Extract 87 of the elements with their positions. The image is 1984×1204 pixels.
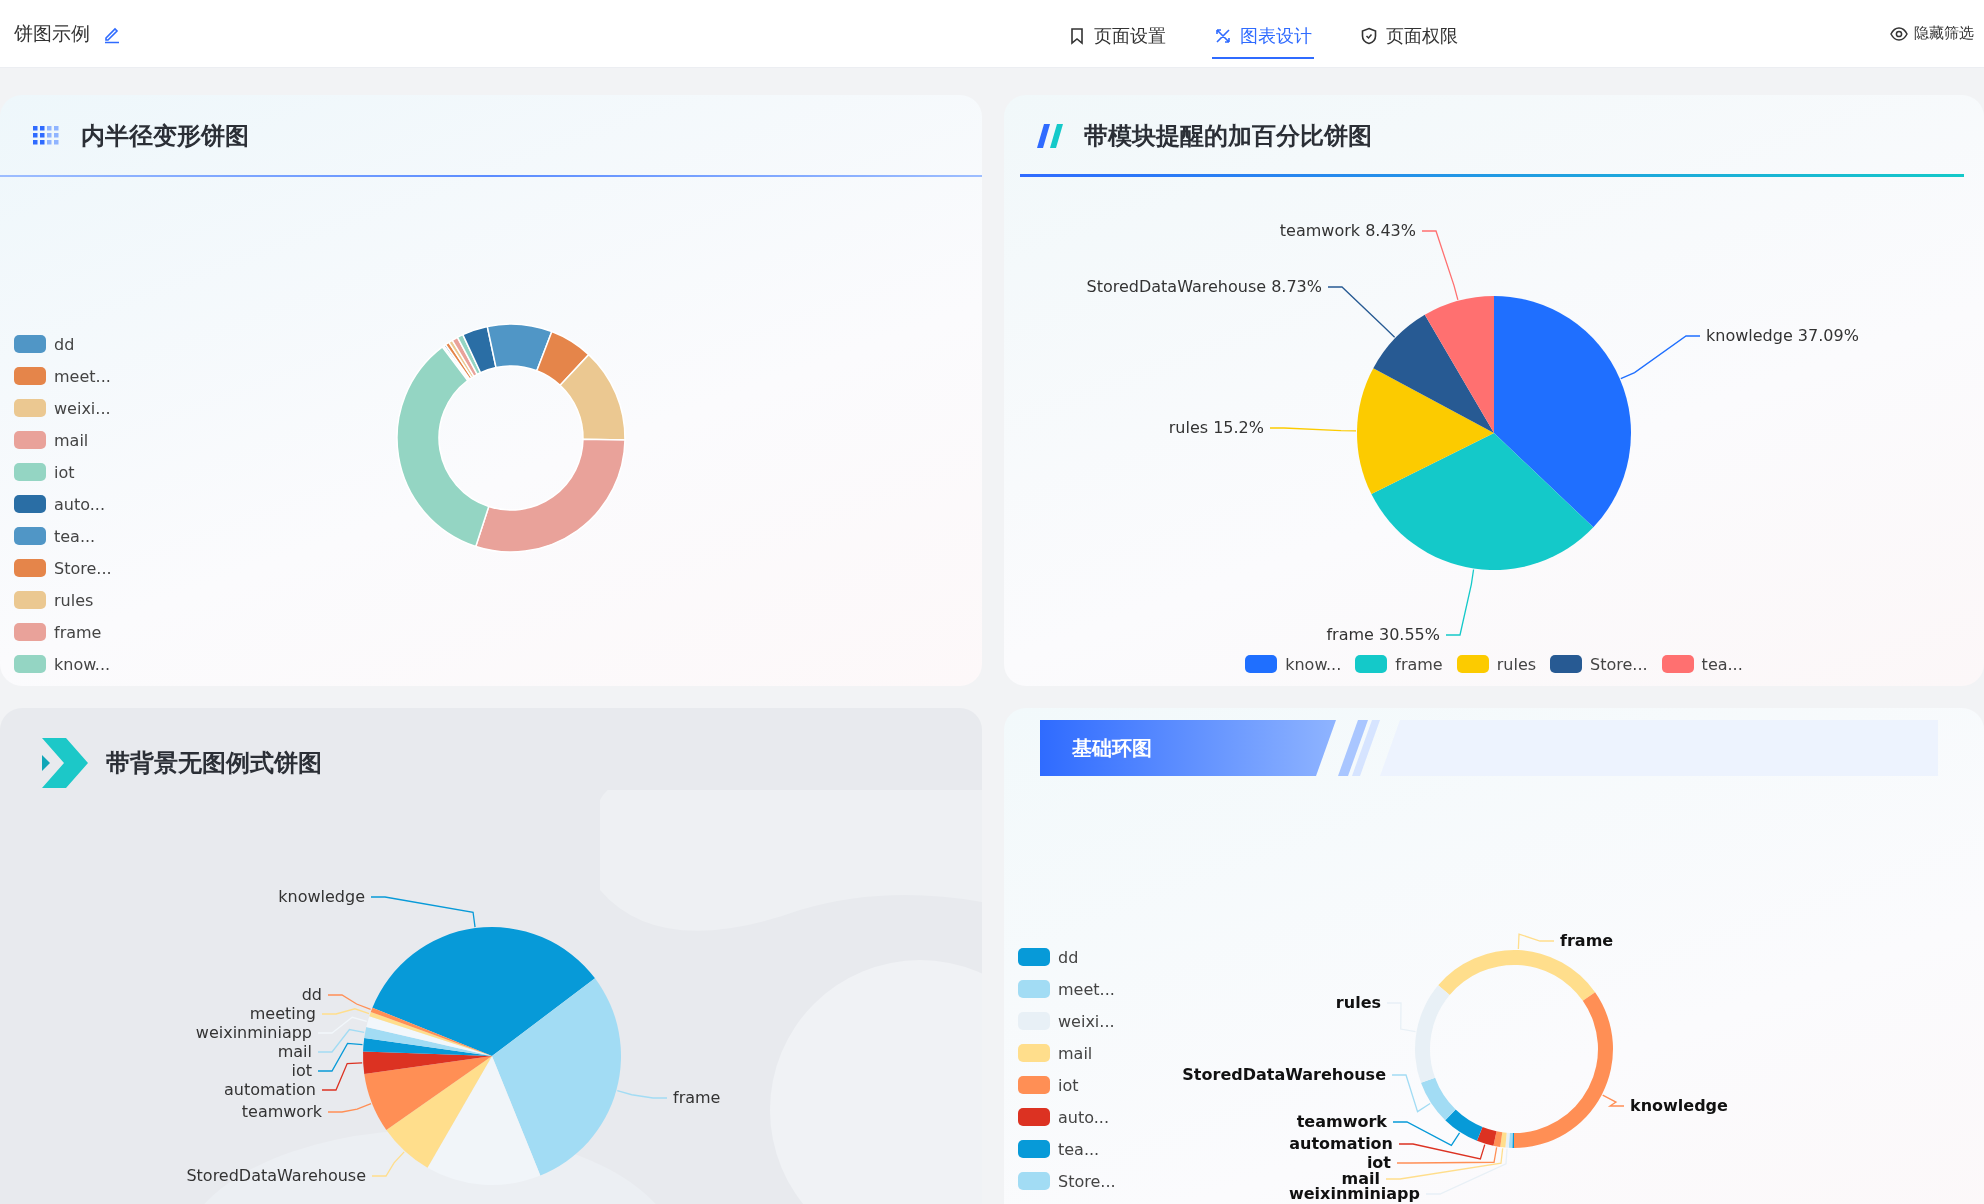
slice-label: iot — [291, 1060, 312, 1080]
legend-label[interactable]: weixi... — [1058, 1011, 1115, 1031]
card-title: 带模块提醒的加百分比饼图 — [1084, 121, 1372, 152]
slice-label: rules — [1335, 992, 1381, 1012]
legend-swatch[interactable] — [14, 527, 46, 545]
slice-label: teamwork — [1296, 1111, 1387, 1131]
slice-label: dd — [301, 984, 322, 1004]
legend-swatch[interactable] — [1018, 1172, 1050, 1190]
card-title: 内半径变形饼图 — [81, 121, 249, 152]
data-label: knowledge 37.09% — [1706, 325, 1859, 345]
slash-icon — [1036, 124, 1066, 148]
slice-label: frame — [1560, 930, 1614, 950]
legend-swatch[interactable] — [14, 367, 46, 385]
legend-swatch[interactable] — [1018, 1108, 1050, 1126]
legend-label[interactable]: dd — [54, 334, 75, 354]
legend-swatch[interactable] — [14, 623, 46, 641]
slice-label: automation — [223, 1079, 316, 1099]
legend-swatch[interactable] — [14, 559, 46, 577]
legend-swatch[interactable] — [1661, 655, 1694, 673]
slice-label: meeting — [249, 1003, 316, 1023]
legend-swatch[interactable] — [1355, 655, 1388, 673]
slice-label: frame — [673, 1087, 721, 1107]
legend-swatch[interactable] — [1018, 1044, 1050, 1062]
legend-label[interactable]: tea... — [54, 526, 96, 546]
legend-swatch[interactable] — [14, 335, 46, 353]
tab[interactable]: 页面设置 — [1066, 12, 1168, 59]
legend-label[interactable]: meet... — [54, 366, 111, 386]
stripe-decoration-icon — [1336, 720, 1380, 776]
legend-swatch[interactable] — [1018, 980, 1050, 998]
data-label: StoredDataWarehouse 8.73% — [1086, 276, 1322, 296]
page-title: 饼图示例 — [14, 20, 90, 46]
legend-swatch[interactable] — [1550, 655, 1583, 673]
slice-label: StoredDataWarehouse — [1182, 1064, 1386, 1084]
tab[interactable]: 图表设计 — [1212, 12, 1314, 59]
legend-label[interactable]: know... — [54, 654, 111, 674]
legend-swatch[interactable] — [14, 591, 46, 609]
slice-label: automation — [1289, 1133, 1393, 1153]
legend-label[interactable]: meet... — [1058, 979, 1115, 999]
slice-label: weixinminiapp — [195, 1022, 312, 1042]
legend-swatch[interactable] — [1018, 1076, 1050, 1094]
leader-line — [1327, 286, 1396, 338]
legend-swatch[interactable] — [14, 655, 46, 673]
legend-label[interactable]: rules — [54, 590, 94, 610]
bookmark-icon — [1068, 27, 1086, 45]
legend-label[interactable]: tea... — [1058, 1139, 1100, 1159]
data-label: rules 15.2% — [1168, 417, 1264, 437]
legend-label[interactable]: auto... — [1058, 1107, 1109, 1127]
tab[interactable]: 页面权限 — [1358, 12, 1460, 59]
slice-label: knowledge — [1630, 1095, 1728, 1115]
legend-label[interactable]: Store... — [1590, 654, 1648, 674]
legend-label[interactable]: dd — [1058, 947, 1079, 967]
leader-line — [1445, 568, 1475, 636]
legend-swatch[interactable] — [1018, 948, 1050, 966]
slice-label: StoredDataWarehouse — [186, 1165, 366, 1185]
hide-filter-button[interactable]: 隐藏筛选 — [1890, 20, 1974, 47]
legend-label[interactable]: mail — [1058, 1043, 1093, 1063]
legend-label[interactable]: iot — [1058, 1075, 1079, 1095]
legend-label[interactable]: mail — [54, 430, 89, 450]
slice-label: knowledge — [278, 886, 365, 906]
legend-label[interactable]: weixi... — [54, 398, 111, 418]
legend-swatch[interactable] — [14, 463, 46, 481]
slice-label: mail — [277, 1041, 312, 1061]
slice-label: teamwork — [241, 1101, 322, 1121]
card-title: 带背景无图例式饼图 — [106, 748, 322, 779]
data-label: teamwork 8.43% — [1279, 220, 1416, 240]
data-label: frame 30.55% — [1326, 624, 1440, 644]
legend-label[interactable]: frame — [1395, 654, 1443, 674]
legend-swatch[interactable] — [1018, 1140, 1050, 1158]
title-banner: 基础环图 — [1040, 720, 1336, 776]
legend-label[interactable]: frame — [54, 622, 102, 642]
eye-icon — [1890, 24, 1908, 43]
legend-swatch[interactable] — [1245, 655, 1278, 673]
legend-label[interactable]: rules — [1496, 654, 1537, 674]
legend-swatch[interactable] — [14, 399, 46, 417]
legend-label[interactable]: iot — [54, 462, 75, 482]
leader-line — [1421, 230, 1459, 301]
legend-label[interactable]: Store... — [1058, 1171, 1116, 1191]
shield-icon — [1360, 27, 1378, 45]
legend-swatch[interactable] — [14, 495, 46, 513]
legend-swatch[interactable] — [1456, 655, 1489, 673]
legend-swatch[interactable] — [14, 431, 46, 449]
legend-label[interactable]: know... — [1285, 654, 1342, 674]
legend-label[interactable]: Store... — [54, 558, 112, 578]
chevron-icon — [42, 738, 88, 788]
legend-label[interactable]: tea... — [1701, 654, 1743, 674]
legend-label[interactable]: auto... — [54, 494, 105, 514]
tools-icon — [1214, 27, 1232, 45]
